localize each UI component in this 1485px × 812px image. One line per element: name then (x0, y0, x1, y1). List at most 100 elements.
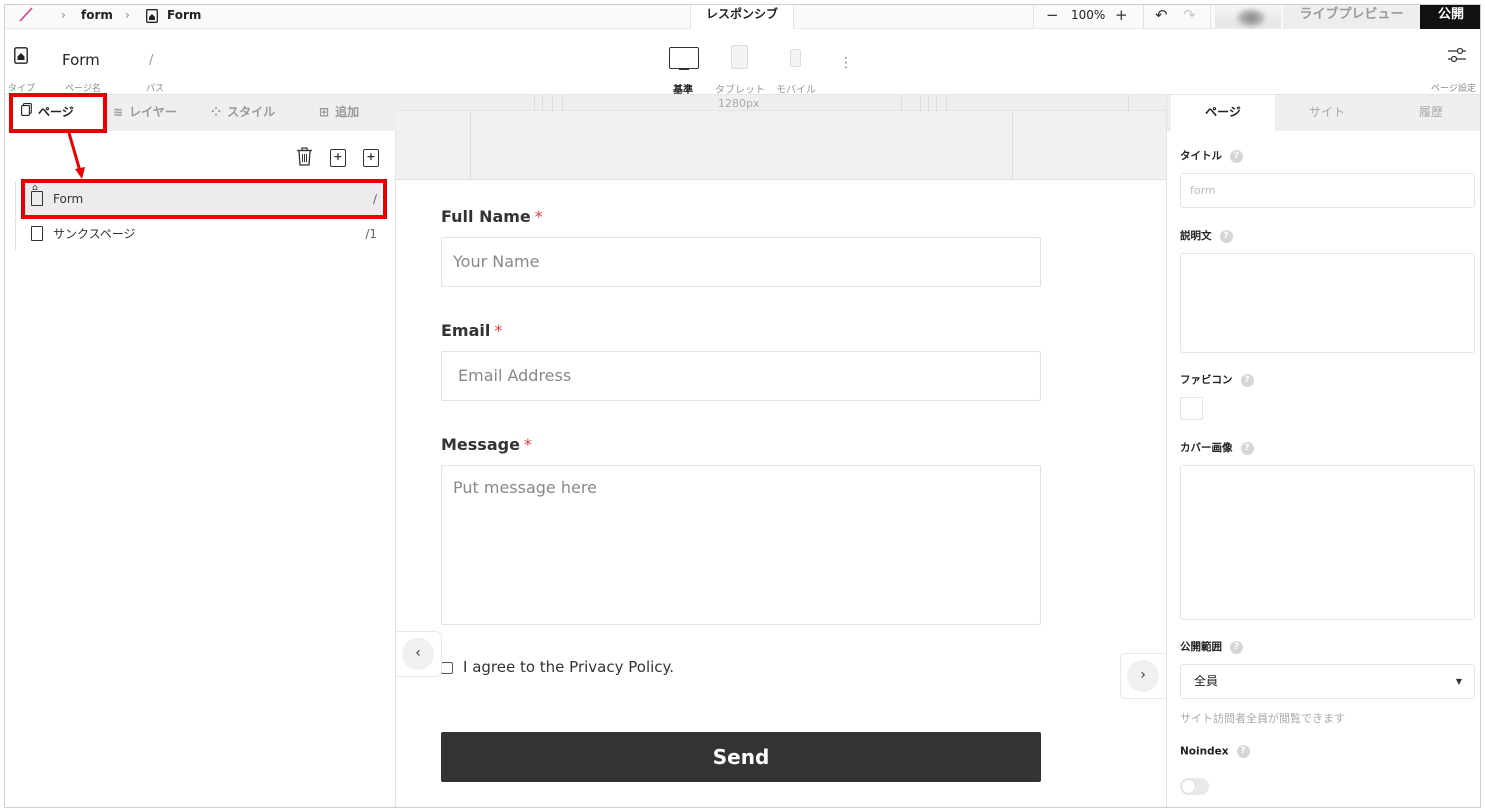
right-panel-tabs: ページ サイト 履歴 (1167, 95, 1480, 131)
duplicate-page-icon[interactable]: + (330, 149, 346, 167)
breadcrumb-project[interactable]: form (81, 5, 113, 29)
add-page-icon[interactable]: + (363, 149, 379, 167)
visibility-label: 公開範囲? (1180, 639, 1243, 654)
help-icon[interactable]: ? (1240, 373, 1254, 387)
page-settings-label: ページ設定 (1431, 84, 1476, 94)
app-window: › form › Form レスポンシブ − 100% + ↶ ↷ ライブプレビ… (4, 4, 1481, 808)
device-label-mobile[interactable]: モバイル (776, 81, 816, 96)
trash-icon[interactable] (296, 147, 312, 166)
tab-layers-label: レイヤー (129, 105, 177, 119)
title-input[interactable]: form (1180, 173, 1475, 208)
studio-logo-icon[interactable] (17, 5, 35, 29)
message-label: Message * (441, 435, 532, 454)
required-mark: * (523, 435, 532, 454)
page-info-bar: タイプ Form ページ名 / パス 基準 タブレット モバイル ⋮ ページ設定 (5, 29, 1480, 96)
chevron-left-icon[interactable]: ‹ (402, 638, 434, 670)
tab-styles[interactable]: ⁘ スタイル (211, 95, 303, 131)
zoom-in-icon[interactable]: + (1115, 5, 1128, 29)
styles-dots-icon: ⁘ (211, 105, 222, 119)
tab-responsive[interactable]: レスポンシブ (690, 5, 794, 31)
required-mark: * (534, 207, 543, 226)
chevron-right-icon[interactable]: › (1127, 660, 1159, 692)
tab-site-settings[interactable]: サイト (1275, 95, 1379, 131)
collapse-right-panel-tab[interactable]: › (1120, 653, 1166, 699)
favicon-label: ファビコン? (1180, 372, 1254, 387)
tab-page-settings[interactable]: ページ (1171, 95, 1275, 131)
description-label: 説明文? (1180, 228, 1233, 243)
list-item[interactable]: サンクスページ /1 (15, 217, 381, 251)
send-button[interactable]: Send (441, 732, 1041, 782)
help-icon[interactable]: ? (1230, 149, 1243, 163)
device-label-base[interactable]: 基準 (673, 81, 693, 96)
tablet-device-icon[interactable] (731, 45, 748, 69)
right-panel: ページ サイト 履歴 タイトル? form 説明文? ファビコン? カバー画像?… (1166, 95, 1480, 807)
layers-icon: ≋ (113, 105, 124, 119)
visibility-select-value: 全員 (1194, 674, 1219, 688)
device-label-tablet[interactable]: タブレット (715, 81, 765, 96)
tree-guide (15, 217, 16, 251)
publish-button[interactable]: 公開 (1420, 5, 1480, 29)
message-textarea[interactable]: Put message here (441, 465, 1041, 625)
redo-icon[interactable]: ↷ (1183, 5, 1196, 29)
caret-down-icon: ▼ (1455, 677, 1462, 686)
desktop-device-icon[interactable] (669, 47, 699, 70)
title-label: タイトル? (1180, 148, 1243, 163)
description-textarea[interactable] (1180, 253, 1475, 353)
help-icon[interactable]: ? (1219, 229, 1233, 243)
tree-guide (15, 182, 16, 216)
chevron-right-icon: › (61, 8, 66, 22)
full-name-input[interactable]: Your Name (441, 237, 1041, 287)
visibility-hint: サイト訪問者全員が閲覧できます (1180, 712, 1345, 725)
page-item-path: /1 (365, 227, 377, 241)
path-field[interactable]: / (149, 53, 153, 68)
noindex-label: Noindex? (1180, 745, 1250, 758)
annotation-highlight-row (21, 179, 387, 219)
help-icon[interactable]: ? (1240, 441, 1254, 455)
canvas-width-label: 1280px (718, 97, 760, 110)
collapse-left-panel-tab[interactable]: ‹ (396, 631, 442, 677)
more-vertical-icon[interactable]: ⋮ (839, 55, 853, 71)
cover-image-upload[interactable] (1180, 465, 1475, 620)
tab-history[interactable]: 履歴 (1379, 95, 1480, 131)
email-label: Email * (441, 321, 503, 340)
breadcrumb-page[interactable]: Form (167, 5, 201, 29)
required-mark: * (494, 321, 503, 340)
help-icon[interactable]: ? (1236, 745, 1250, 758)
breakpoint-ruler: 1280px (396, 95, 1166, 180)
page-type-home-icon[interactable] (14, 47, 28, 68)
full-name-label: Full Name * (441, 207, 543, 226)
page-name-field[interactable]: Form (62, 51, 100, 69)
divider (1210, 5, 1211, 29)
favicon-upload[interactable] (1180, 397, 1203, 420)
zoom-out-icon[interactable]: − (1046, 5, 1059, 29)
top-bar: › form › Form レスポンシブ − 100% + ↶ ↷ ライブプレビ… (5, 5, 1480, 41)
left-panel: ページ ≋レイヤー ⁘スタイル ⊞追加 + + Form / サンク (5, 93, 396, 807)
page-item-name: サンクスページ (53, 227, 136, 241)
email-field[interactable]: Email Address (441, 351, 1041, 401)
tab-add-label: 追加 (335, 105, 360, 119)
help-icon[interactable]: ? (1230, 640, 1243, 654)
page-icon (31, 226, 43, 241)
annotation-highlight-tab (9, 93, 107, 133)
zoom-level[interactable]: 100% (1071, 5, 1105, 29)
settings-sliders-icon[interactable] (1447, 47, 1467, 67)
canvas[interactable]: 1280px Full Name * Your Name Email * Email… (396, 95, 1166, 807)
ruler-strip: 1280px (396, 95, 1166, 111)
chevron-right-icon: › (125, 8, 130, 22)
cover-image-label: カバー画像? (1180, 440, 1254, 455)
noindex-toggle[interactable] (1180, 778, 1209, 795)
home-page-icon (146, 9, 158, 23)
path-label: パス (146, 84, 165, 94)
privacy-checkbox-label[interactable]: I agree to the Privacy Policy. (463, 658, 674, 676)
tab-add[interactable]: ⊞ 追加 (319, 95, 389, 131)
divider (1033, 5, 1034, 29)
privacy-checkbox[interactable] (441, 662, 453, 674)
annotation-arrow-icon (67, 133, 85, 179)
tab-styles-label: スタイル (227, 105, 276, 119)
undo-icon[interactable]: ↶ (1155, 5, 1168, 29)
visibility-select[interactable]: 全員 ▼ (1180, 664, 1475, 699)
tab-layers[interactable]: ≋ レイヤー (113, 95, 205, 131)
add-square-icon: ⊞ (319, 105, 330, 119)
live-preview-button[interactable]: ライブプレビュー (1283, 5, 1420, 29)
mobile-device-icon[interactable] (790, 49, 801, 67)
